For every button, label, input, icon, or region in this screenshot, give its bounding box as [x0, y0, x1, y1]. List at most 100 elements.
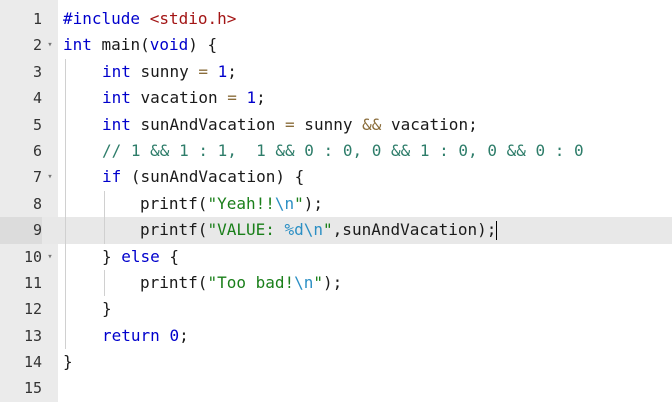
- line-code: printf("VALUE: %d\n",sunAndVacation);: [140, 217, 498, 243]
- keyword: int: [63, 35, 92, 55]
- indent-guide: [65, 111, 66, 138]
- string-literal: ": [294, 193, 304, 213]
- indent-guide: [104, 217, 105, 244]
- code-line[interactable]: 1 #include <stdio.h>: [0, 6, 672, 32]
- keyword: else: [121, 246, 160, 266]
- punctuation: {: [159, 246, 180, 266]
- punctuation: ;: [227, 61, 237, 81]
- escape-sequence: \n: [294, 272, 314, 292]
- operator: =: [285, 114, 295, 134]
- keyword: if: [102, 167, 122, 187]
- string-literal: "Yeah!!: [207, 193, 275, 213]
- line-number: 11: [23, 273, 42, 292]
- number-literal: 1: [246, 88, 257, 108]
- indent-guide: [104, 269, 105, 297]
- function-call: printf(: [140, 220, 208, 240]
- code-line[interactable]: 7 ▾ if (sunAndVacation) {: [0, 164, 672, 191]
- fold-toggle-icon[interactable]: ▾: [45, 164, 55, 190]
- code-editor[interactable]: 1 #include <stdio.h> 2 ▾ int main(void) …: [0, 0, 672, 402]
- indent-guide: [65, 164, 66, 191]
- line-code: int sunAndVacation = sunny && vacation;: [102, 112, 478, 138]
- line-number: 5: [32, 115, 42, 134]
- punctuation: ,sunAndVacation);: [332, 220, 497, 240]
- line-number: 10: [23, 247, 42, 266]
- keyword: int: [102, 88, 131, 108]
- code-line[interactable]: 14 }: [0, 349, 672, 375]
- identifier: sunny: [294, 114, 363, 134]
- punctuation: ;: [256, 88, 266, 108]
- code-line[interactable]: 3 int sunny = 1;: [0, 58, 672, 86]
- line-code: printf("Yeah!!\n");: [140, 191, 323, 217]
- escape-sequence: \n: [274, 193, 295, 213]
- identifier: sunAndVacation: [130, 114, 286, 134]
- code-line[interactable]: 8 printf("Yeah!!\n");: [0, 190, 672, 218]
- code-comment: // 1 && 1 : 1, 1 && 0 : 0, 0 && 1 : 0, 0…: [102, 140, 584, 160]
- code-line[interactable]: 6 // 1 && 1 : 1, 1 && 0 : 0, 0 && 1 : 0,…: [0, 137, 672, 165]
- line-code: return 0;: [102, 323, 189, 349]
- number-literal: 0: [169, 325, 180, 345]
- line-number: 13: [23, 326, 42, 345]
- indent-guide: [65, 269, 66, 297]
- indent-guide: [104, 190, 105, 218]
- indent-guide: [65, 58, 66, 86]
- code-line[interactable]: 11 printf("Too bad!\n");: [0, 269, 672, 297]
- indent-guide: [65, 322, 66, 350]
- punctuation: ;: [179, 325, 189, 345]
- indent-guide: [65, 85, 66, 112]
- string-literal: "VALUE:: [207, 220, 285, 240]
- function-call: printf(: [140, 272, 208, 292]
- code-line[interactable]: 4 int vacation = 1;: [0, 85, 672, 112]
- line-number: 14: [23, 353, 42, 372]
- line-code: int sunny = 1;: [102, 59, 237, 85]
- line-number: 6: [32, 141, 42, 160]
- line-code: #include <stdio.h>: [63, 6, 236, 32]
- indent-guide: [65, 296, 66, 323]
- keyword: return: [102, 325, 160, 345]
- preprocessor-directive: #include: [63, 9, 141, 28]
- text-cursor: [496, 221, 498, 241]
- code-line[interactable]: 2 ▾ int main(void) {: [0, 32, 672, 58]
- punctuation: ) {: [188, 35, 218, 55]
- string-literal: "Too bad!: [207, 272, 295, 292]
- line-number: 1: [32, 10, 42, 28]
- line-number: 2: [32, 36, 42, 55]
- code-line-active[interactable]: 9 printf("VALUE: %d\n",sunAndVacation);: [0, 217, 672, 244]
- line-code: if (sunAndVacation) {: [102, 164, 304, 190]
- line-number: 8: [32, 194, 42, 213]
- indent-guide: [65, 217, 66, 244]
- code-line[interactable]: 15: [0, 375, 672, 401]
- number-literal: 1: [217, 61, 228, 81]
- include-header: <stdio.h>: [149, 9, 237, 28]
- line-number: 3: [32, 62, 42, 81]
- closing-brace: }: [63, 352, 73, 372]
- fold-toggle-icon[interactable]: ▾: [45, 244, 55, 270]
- operator: =: [227, 88, 237, 108]
- keyword: int: [102, 61, 131, 81]
- indent-guide: [65, 190, 66, 218]
- indent-guide: [65, 243, 66, 270]
- closing-brace: }: [102, 299, 112, 319]
- line-code: int vacation = 1;: [102, 85, 266, 111]
- line-number: 4: [32, 89, 42, 108]
- fold-toggle-icon[interactable]: ▾: [45, 32, 55, 58]
- punctuation: );: [303, 193, 324, 213]
- identifier: (sunAndVacation) {: [121, 167, 305, 187]
- identifier: vacation: [130, 88, 228, 108]
- keyword: int: [102, 114, 131, 134]
- code-line[interactable]: 10 ▾ } else {: [0, 243, 672, 270]
- line-code: } else {: [102, 244, 179, 270]
- string-literal: ": [313, 272, 324, 292]
- function-name: main(: [91, 35, 150, 55]
- code-line[interactable]: 13 return 0;: [0, 322, 672, 350]
- code-lines: 1 #include <stdio.h> 2 ▾ int main(void) …: [0, 6, 672, 402]
- code-line[interactable]: 5 int sunAndVacation = sunny && vacation…: [0, 111, 672, 138]
- identifier: vacation;: [381, 114, 478, 134]
- punctuation: }: [102, 246, 122, 266]
- operator: =: [198, 61, 208, 81]
- format-specifier: %d\n: [284, 220, 324, 240]
- code-line[interactable]: 12 }: [0, 296, 672, 323]
- function-call: printf(: [140, 193, 208, 213]
